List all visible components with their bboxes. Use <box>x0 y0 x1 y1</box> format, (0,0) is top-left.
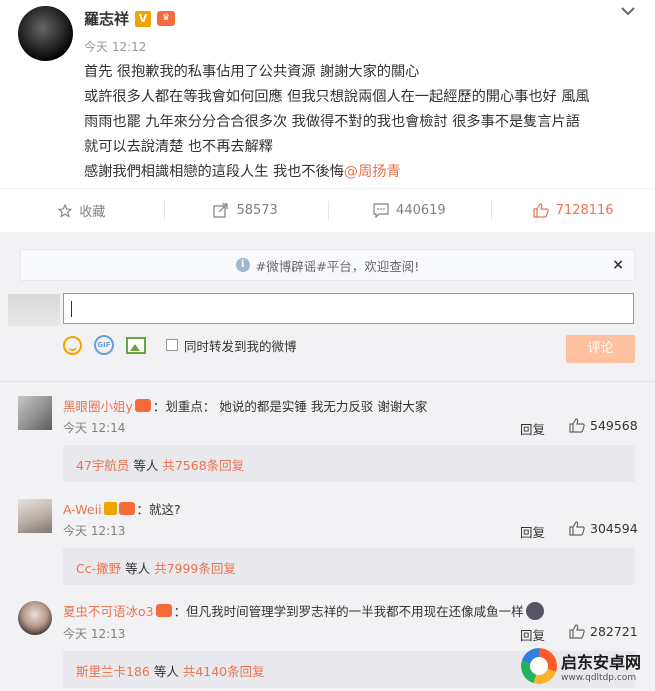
like-icon <box>569 418 585 433</box>
comment-like-count: 282721 <box>590 624 638 639</box>
comment-text-line: A-Weii ：就这? <box>63 499 643 518</box>
comment-like-count: 304594 <box>590 521 638 536</box>
author-line: 羅志祥 V ♛ <box>84 8 176 29</box>
rumor-notice-banner[interactable]: i #微博辟谣#平台，欢迎查阅! × <box>20 249 635 281</box>
commenter-avatar[interactable] <box>18 601 52 635</box>
sub-reply-mid: 等人 <box>129 458 163 473</box>
composer-toolbar: GIF 同时转发到我的微博 <box>63 334 297 356</box>
favorite-button[interactable]: 收藏 <box>0 189 164 232</box>
sticker-emoji-icon <box>525 602 544 620</box>
like-count: 7128116 <box>555 203 614 218</box>
forward-label[interactable]: 同时转发到我的微博 <box>184 336 297 355</box>
mention-link[interactable]: @周扬青 <box>344 164 401 180</box>
current-user-avatar <box>8 294 60 326</box>
text-caret <box>71 301 72 317</box>
star-icon <box>58 203 73 218</box>
commenter-name[interactable]: A-Weii <box>63 502 102 517</box>
sub-reply-count[interactable]: 共7999条回复 <box>154 561 236 576</box>
image-icon[interactable] <box>126 336 146 354</box>
comment-like-button[interactable]: 304594 <box>569 521 638 536</box>
comment-input[interactable] <box>63 293 634 324</box>
sub-replies-box[interactable]: 47宇航员 等人 共7568条回复 <box>63 445 635 482</box>
share-icon <box>213 203 229 218</box>
comment-button[interactable]: 440619 <box>327 189 492 232</box>
sub-reply-mid: 等人 <box>149 664 183 679</box>
like-icon <box>533 203 549 218</box>
info-icon: i <box>235 258 250 272</box>
post-action-bar: 收藏 58573 440619 7128116 <box>0 188 655 232</box>
reply-button[interactable]: 回复 <box>520 522 545 541</box>
member-badge-icon <box>155 604 172 617</box>
comment-icon <box>373 203 389 218</box>
weibo-post: 羅志祥 V ♛ 今天 12:12 首先 很抱歉我的私事佔用了公共資源 謝謝大家的… <box>0 0 655 188</box>
site-watermark: 启东安卓网 www.qdltdp.com <box>521 640 655 691</box>
comment-like-count: 549568 <box>590 418 638 433</box>
comment-text-line: 黑眼圈小姐y ：划重点： 她说的都是实锤 我无力反驳 谢谢大家 <box>63 396 643 415</box>
sub-reply-user[interactable]: Cc-撒野 <box>76 561 121 576</box>
member-badge-icon <box>118 502 135 515</box>
member-crown-icon: ♛ <box>157 11 176 26</box>
post-line: 感謝我們相識相戀的這段人生 我也不後悔@周扬青 <box>84 160 644 185</box>
watermark-title: 启东安卓网 <box>561 652 642 672</box>
like-icon <box>569 624 585 639</box>
sub-replies-box[interactable]: Cc-撒野 等人 共7999条回复 <box>63 548 635 585</box>
comment-like-button[interactable]: 282721 <box>569 624 638 639</box>
comment-section: i #微博辟谣#平台，欢迎查阅! × GIF 同时转发到我的微博 评论 黑眼圈小… <box>0 232 655 691</box>
verified-badge: V <box>135 10 152 27</box>
post-body: 首先 很抱歉我的私事佔用了公共資源 謝謝大家的關心 或許很多人都在等我會如何回應… <box>84 60 644 185</box>
comment-time[interactable]: 今天 12:14 <box>63 419 125 436</box>
post-line: 首先 很抱歉我的私事佔用了公共資源 謝謝大家的關心 <box>84 64 420 80</box>
emoji-icon[interactable] <box>63 335 82 355</box>
commenter-name[interactable]: 黑眼圈小姐y <box>63 399 133 414</box>
author-name[interactable]: 羅志祥 <box>84 8 129 29</box>
notice-text[interactable]: #微博辟谣#平台，欢迎查阅! <box>256 256 419 275</box>
member-badge-icon <box>134 399 151 412</box>
watermark-text: 启东安卓网 www.qdltdp.com <box>561 649 641 683</box>
chevron-down-icon[interactable] <box>620 4 636 18</box>
divider <box>0 381 655 382</box>
post-line: 就可以去說清楚 也不再去解釋 <box>84 139 273 155</box>
reply-button[interactable]: 回复 <box>520 419 545 438</box>
post-line: 或許很多人都在等我會如何回應 但我只想說兩個人在一起經歷的開心事也好 風風 <box>84 89 590 105</box>
sub-reply-count[interactable]: 共4140条回复 <box>183 664 265 679</box>
comment-text: ：就这? <box>136 502 181 517</box>
like-button[interactable]: 7128116 <box>491 189 655 232</box>
verified-badge-icon <box>103 502 117 515</box>
like-icon <box>569 521 585 536</box>
commenter-avatar[interactable] <box>18 396 52 430</box>
repost-count: 58573 <box>236 203 278 218</box>
post-line: 雨雨也罷 九年來分分合合很多次 我做得不對的我也會檢討 很多事不是隻言片語 <box>84 114 580 130</box>
post-time[interactable]: 今天 12:12 <box>84 38 146 55</box>
sub-reply-user[interactable]: 47宇航员 <box>76 458 129 473</box>
gif-icon[interactable]: GIF <box>94 335 114 355</box>
commenter-name[interactable]: 夏虫不可语冰o3 <box>63 604 154 619</box>
watermark-url: www.qdltdp.com <box>561 672 637 683</box>
comment-time[interactable]: 今天 12:13 <box>63 522 125 539</box>
author-avatar[interactable] <box>18 6 73 61</box>
comment-text: ：划重点： 她说的都是实锤 我无力反驳 谢谢大家 <box>152 399 428 414</box>
post-line-text: 感謝我們相識相戀的這段人生 我也不後悔 <box>84 164 344 180</box>
favorite-label: 收藏 <box>79 205 106 220</box>
sub-reply-count[interactable]: 共7568条回复 <box>162 458 244 473</box>
sub-reply-mid: 等人 <box>121 561 155 576</box>
repost-button[interactable]: 58573 <box>163 189 328 232</box>
watermark-logo-icon <box>521 647 557 684</box>
comment-time[interactable]: 今天 12:13 <box>63 625 125 642</box>
comment-like-button[interactable]: 549568 <box>569 418 638 433</box>
comment-text-line: 夏虫不可语冰o3 ：但凡我时间管理学到罗志祥的一半我都不用现在还像咸鱼一样 <box>63 601 643 620</box>
submit-comment-button[interactable]: 评论 <box>566 335 635 363</box>
close-icon[interactable]: × <box>612 257 624 273</box>
commenter-avatar[interactable] <box>18 499 52 533</box>
sub-reply-user[interactable]: 斯里兰卡186 <box>76 664 150 679</box>
forward-checkbox[interactable] <box>166 339 178 351</box>
comment-count: 440619 <box>396 203 446 218</box>
comment-text: ：但凡我时间管理学到罗志祥的一半我都不用现在还像咸鱼一样 <box>173 604 524 619</box>
